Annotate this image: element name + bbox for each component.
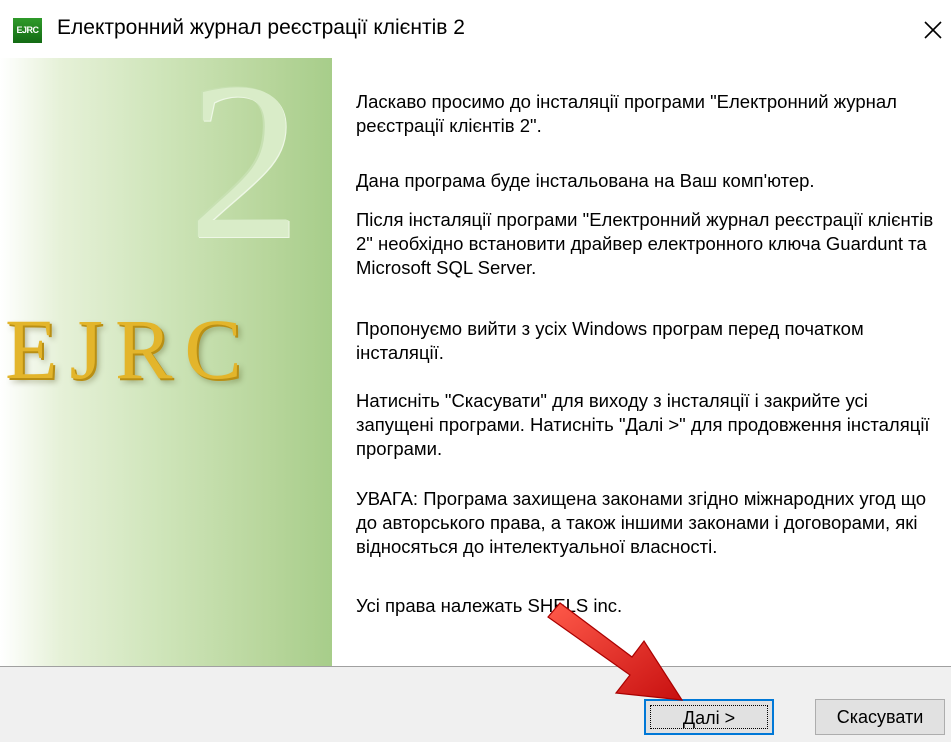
welcome-paragraph: Ласкаво просимо до інсталяції програми "…: [356, 91, 897, 136]
close-icon: [924, 21, 942, 39]
app-icon: EJRC: [13, 18, 42, 43]
window-title: Електронний журнал реєстрації клієнтів 2: [57, 16, 465, 39]
install-paragraph: Дана програма буде інстальована на Ваш к…: [356, 170, 815, 191]
welcome-content: Ласкаво просимо до інсталяції програми "…: [0, 58, 951, 666]
cancel-button[interactable]: Скасувати: [815, 699, 945, 735]
cancel-instructions-paragraph: Натисніть "Скасувати" для виходу з інста…: [356, 390, 930, 459]
focus-rectangle: [650, 705, 768, 729]
close-button[interactable]: [915, 12, 951, 48]
title-bar: EJRC Електронний журнал реєстрації клієн…: [0, 0, 951, 58]
rights-paragraph: Усі права належать SHELS inc.: [356, 595, 623, 616]
driver-paragraph: Після інсталяції програми "Електронний ж…: [356, 209, 934, 278]
copyright-warning-paragraph: УВАГА: Програма захищена законами згідно…: [356, 488, 927, 557]
exit-programs-paragraph: Пропонуємо вийти з усіх Windows програм …: [356, 318, 864, 363]
button-bar: [0, 666, 951, 742]
next-button[interactable]: Далі >: [644, 699, 774, 735]
